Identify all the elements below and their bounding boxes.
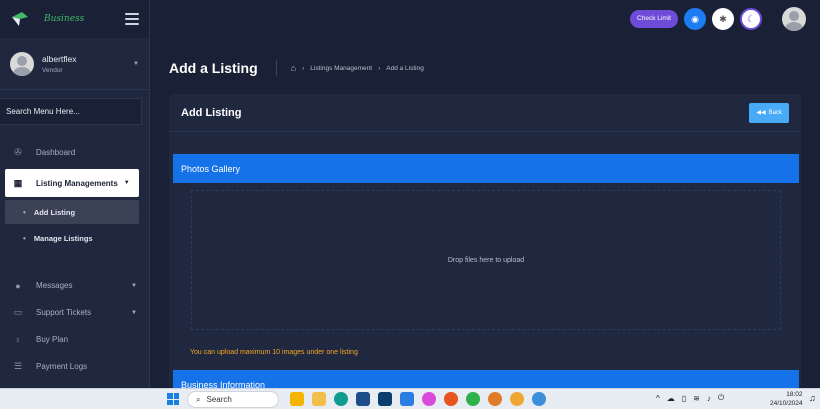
whatsapp-icon[interactable] xyxy=(466,392,480,406)
sidebar-menu: ✇ Dashboard ▦ Listing Managements ▼ • Ad… xyxy=(0,139,149,380)
battery-icon[interactable]: ▯ xyxy=(682,394,686,403)
settings-gear-icon[interactable]: ✱ xyxy=(712,8,734,30)
clock-date: 24/10/2024 xyxy=(770,400,803,407)
onedrive-icon[interactable]: ☁ xyxy=(667,394,675,403)
chrome-profile-icon[interactable] xyxy=(510,392,524,406)
app-icon[interactable] xyxy=(422,392,436,406)
card-header: Add Listing ◀◀ Back xyxy=(169,94,801,132)
breadcrumb-item[interactable]: Listings Management xyxy=(310,65,372,72)
edge-browser-icon[interactable] xyxy=(334,392,348,406)
sidebar-subitem-add-listing[interactable]: • Add Listing xyxy=(5,200,139,224)
avatar[interactable] xyxy=(782,7,806,31)
file-explorer-icon[interactable] xyxy=(312,392,326,406)
business-information-header: Business Information xyxy=(173,370,799,388)
sidebar-item-label: Buy Plan xyxy=(36,335,69,344)
chevron-down-icon: ▼ xyxy=(131,282,137,289)
card-title: Add Listing xyxy=(181,106,242,119)
sidebar-subitem-manage-listings[interactable]: • Manage Listings xyxy=(5,226,139,250)
power-icon[interactable]: ⏻ xyxy=(718,393,724,403)
sidebar-item-messages[interactable]: ● Messages ▼ xyxy=(0,272,149,299)
chevron-down-icon: ▼ xyxy=(131,309,137,316)
eye-icon[interactable]: ◉ xyxy=(684,8,706,30)
vscode-icon[interactable] xyxy=(400,392,414,406)
chrome-icon[interactable] xyxy=(444,392,458,406)
photoshop-icon[interactable] xyxy=(378,392,392,406)
chevron-up-icon[interactable]: ^ xyxy=(656,394,660,403)
notification-bell-icon[interactable]: ♫ xyxy=(809,393,816,403)
taskbar-search[interactable]: ⌕ Search xyxy=(187,391,279,408)
clock-time: 18:02 xyxy=(786,391,803,398)
avatar xyxy=(10,51,34,76)
bullet-icon: • xyxy=(23,233,26,243)
photos-gallery-header: Photos Gallery xyxy=(173,154,799,183)
chat-icon: ● xyxy=(15,280,21,291)
volume-icon[interactable]: ♪ xyxy=(707,394,711,403)
chrome-profile-icon[interactable] xyxy=(488,392,502,406)
chevron-right-icon: › xyxy=(302,64,305,72)
sidebar-item-label: Messages xyxy=(36,281,73,290)
chevron-down-icon: ▼ xyxy=(123,180,130,186)
system-tray: ^ ☁ ▯ ≋ ♪ ⏻ xyxy=(656,393,724,403)
user-role: Vendor xyxy=(42,66,63,74)
building-icon: ▦ xyxy=(13,177,23,188)
home-icon[interactable]: ⌂ xyxy=(291,63,296,73)
breadcrumb-item: Add a Listing xyxy=(386,64,424,72)
store-icon[interactable] xyxy=(356,392,370,406)
wifi-icon[interactable]: ≋ xyxy=(693,394,700,403)
search-menu-input[interactable]: Search Menu Here... xyxy=(0,98,142,125)
brand-logo-icon[interactable] xyxy=(10,11,30,27)
taskbar-search-label: Search xyxy=(206,395,232,404)
plan-icon: ♀ xyxy=(14,334,22,345)
photo-dropzone[interactable]: Drop files here to upload xyxy=(191,190,781,330)
dashboard-icon: ✇ xyxy=(14,147,22,157)
breadcrumb: ⌂ › Listings Management › Add a Listing xyxy=(291,63,424,73)
browser-icon[interactable] xyxy=(532,392,546,406)
bullet-icon: • xyxy=(23,207,26,217)
user-name: albertflex xyxy=(42,53,77,64)
user-profile[interactable]: albertflex Vendor ▼ xyxy=(0,38,149,90)
moon-icon[interactable]: ☾ xyxy=(740,8,762,30)
sidebar-item-label: Add Listing xyxy=(33,207,76,217)
sidebar-item-label: Dashboard xyxy=(36,148,76,157)
windows-taskbar: ⌕ Search ^ ☁ ▯ ≋ ♪ ⏻ 18:02 24/10/2024 ♫ xyxy=(0,388,820,409)
page-title: Add a Listing xyxy=(169,60,258,76)
search-icon: ⌕ xyxy=(196,394,201,404)
check-limit-button[interactable]: Check Limit xyxy=(630,10,678,28)
sidebar-item-label: Payment Logs xyxy=(36,362,88,371)
double-chevron-left-icon: ◀◀ xyxy=(756,110,766,116)
page-header: Add a Listing ⌂ › Listings Management › … xyxy=(169,52,424,84)
list-icon: ☰ xyxy=(13,361,23,371)
ticket-icon: ▭ xyxy=(13,307,23,317)
chevron-right-icon: › xyxy=(378,64,381,72)
back-button[interactable]: ◀◀ Back xyxy=(749,102,789,123)
sidebar-item-support-tickets[interactable]: ▭ Support Tickets ▼ xyxy=(0,299,149,326)
windows-start-icon[interactable] xyxy=(167,393,179,405)
chevron-down-icon: ▼ xyxy=(133,60,139,67)
back-label: Back xyxy=(768,109,782,116)
sidebar-item-label: Support Tickets xyxy=(36,308,92,317)
sidebar-header: Business xyxy=(0,0,149,38)
sidebar-item-listing-managements[interactable]: ▦ Listing Managements ▼ xyxy=(5,169,139,197)
sidebar-item-label: Manage Listings xyxy=(33,233,93,243)
sidebar-item-buy-plan[interactable]: ♀ Buy Plan xyxy=(0,326,149,353)
brand-name[interactable]: Business xyxy=(44,14,84,24)
taskbar-clock[interactable]: 18:02 24/10/2024 xyxy=(770,390,803,408)
sidebar-item-dashboard[interactable]: ✇ Dashboard xyxy=(0,139,149,166)
sidebar-item-label: Listing Managements xyxy=(36,178,118,188)
taskbar-app-icon[interactable] xyxy=(290,392,304,406)
add-listing-card: Add Listing ◀◀ Back Photos Gallery Drop … xyxy=(169,94,801,388)
upload-hint: You can upload maximum 10 images under o… xyxy=(190,349,358,356)
taskbar-apps xyxy=(290,392,546,406)
sidebar: Business albertflex Vendor ▼ Search Menu… xyxy=(0,0,150,388)
menu-toggle-icon[interactable] xyxy=(125,13,139,25)
top-navbar: Check Limit ◉ ✱ ☾ xyxy=(151,0,820,38)
sidebar-item-payment-logs[interactable]: ☰ Payment Logs xyxy=(0,353,149,380)
